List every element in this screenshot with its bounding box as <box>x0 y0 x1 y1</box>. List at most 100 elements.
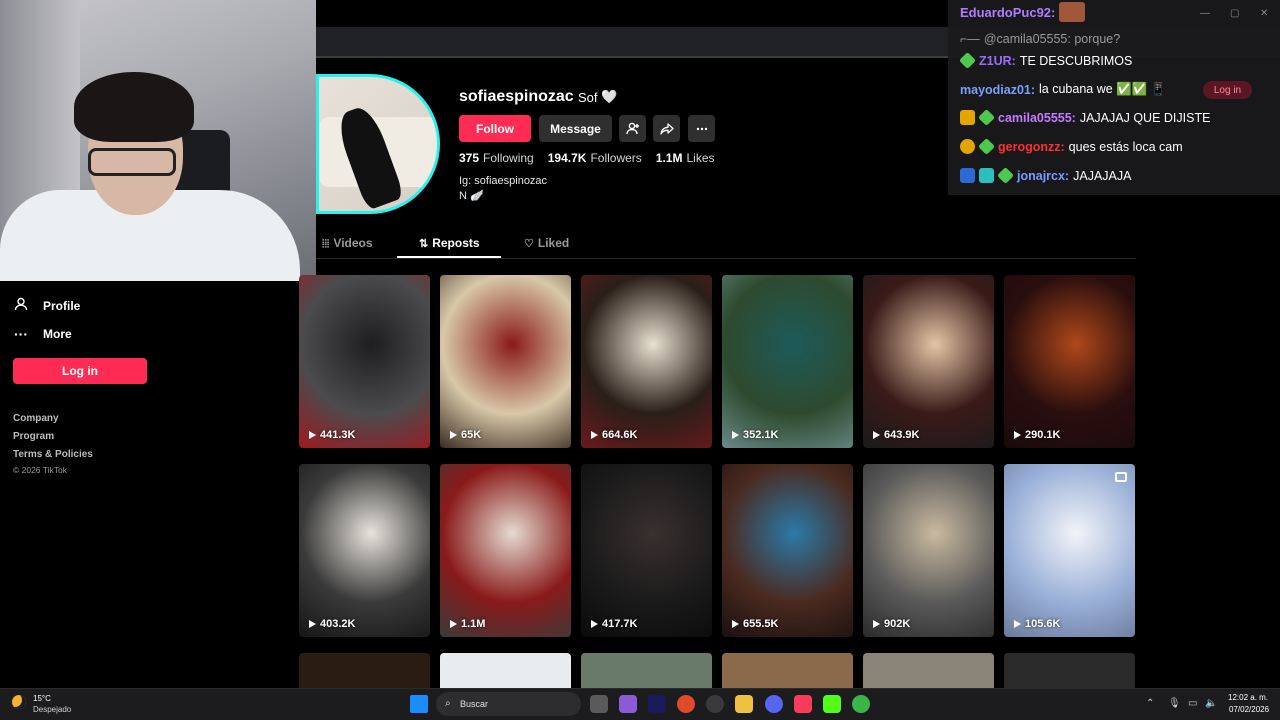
windows-start-icon[interactable] <box>410 695 428 713</box>
view-count: 655.5K <box>732 618 778 630</box>
sidebar-login-button[interactable]: Log in <box>13 358 147 384</box>
view-count-text: 403.2K <box>320 618 356 630</box>
play-icon <box>732 620 739 628</box>
view-count-text: 417.7K <box>602 618 638 630</box>
chat-text: TE DESCUBRIMOS <box>1019 53 1133 68</box>
video-thumbnail-partial[interactable] <box>299 653 430 688</box>
view-count: 403.2K <box>309 618 355 630</box>
chat-header-line: EduardoPuc92: <box>960 2 1086 22</box>
browser-top-strip <box>316 0 948 27</box>
view-count: 105.6K <box>1014 618 1060 630</box>
chrome-icon[interactable] <box>677 695 695 713</box>
profile-avatar[interactable] <box>316 74 440 214</box>
copyright: © 2026 TikTok <box>13 465 67 475</box>
chat-text: JAJAJAJ QUE DIJISTE <box>1079 110 1211 125</box>
taskbar-search-box[interactable]: ⌕ Buscar <box>436 692 581 716</box>
copilot-icon[interactable] <box>619 695 637 713</box>
chat-header-user: EduardoPuc92: <box>960 4 1056 20</box>
view-count-text: 105.6K <box>1025 618 1061 630</box>
profile-bio-line-2: N 🪽 <box>459 190 484 202</box>
premiere-icon[interactable] <box>648 695 666 713</box>
sidebar-item-profile[interactable]: Profile <box>13 297 80 314</box>
video-thumbnail[interactable]: 105.6K <box>1004 464 1135 637</box>
rank-badge-icon <box>960 139 975 154</box>
volume-icon[interactable]: 🔈 <box>1205 698 1217 709</box>
following-label: Following <box>483 151 534 165</box>
weather-description[interactable]: Despejado <box>33 705 71 714</box>
tab-liked[interactable]: ♡ Liked <box>524 236 569 250</box>
network-icon[interactable]: ▭ <box>1188 698 1197 709</box>
following-stat[interactable]: 375 Following <box>459 151 534 165</box>
windows-taskbar <box>0 688 1280 720</box>
person-icon <box>13 297 29 314</box>
heart-outline-icon: ♡ <box>524 238 534 250</box>
video-thumbnail[interactable]: 643.9K <box>863 275 994 448</box>
view-count: 65K <box>450 429 481 441</box>
more-options-button[interactable] <box>688 115 715 142</box>
file-explorer-icon[interactable] <box>735 695 753 713</box>
minimize-icon[interactable]: — <box>1200 8 1210 19</box>
followers-stat[interactable]: 194.7K Followers <box>548 151 642 165</box>
video-thumbnail[interactable]: 902K <box>863 464 994 637</box>
footer-link-company[interactable]: Company <box>13 413 59 424</box>
video-thumbnail[interactable]: 290.1K <box>1004 275 1135 448</box>
profile-stats: 375 Following 194.7K Followers 1.1M Likes <box>459 151 715 165</box>
chat-message: camila05555: JAJAJAJ QUE DIJISTE <box>960 109 1211 126</box>
video-thumbnail[interactable]: 65K <box>440 275 571 448</box>
video-thumbnail-partial[interactable] <box>440 653 571 688</box>
video-thumbnail[interactable]: 664.6K <box>581 275 712 448</box>
profile-bio-line-1: Ig: sofiaespinozac <box>459 175 548 187</box>
music-icon[interactable] <box>794 695 812 713</box>
video-thumbnail-partial[interactable] <box>1004 653 1135 688</box>
likes-stat: 1.1M Likes <box>656 151 715 165</box>
weather-temperature[interactable]: 15°C <box>33 694 51 703</box>
followers-count: 194.7K <box>547 151 587 165</box>
tab-videos[interactable]: ⦙⦙⦙ Videos <box>322 236 373 251</box>
video-thumbnail[interactable]: 655.5K <box>722 464 853 637</box>
chat-login-button[interactable]: Log in <box>1203 81 1252 99</box>
video-thumbnail[interactable]: 352.1K <box>722 275 853 448</box>
follow-button[interactable]: Follow <box>459 115 531 142</box>
video-thumbnail[interactable]: 403.2K <box>299 464 430 637</box>
view-count: 902K <box>873 618 910 630</box>
kick-icon[interactable] <box>823 695 841 713</box>
play-icon <box>591 431 598 439</box>
sidebar-item-more[interactable]: ··· More <box>13 326 72 342</box>
taskbar-clock-time[interactable]: 12:02 a. m. <box>1228 693 1268 702</box>
footer-link-terms[interactable]: Terms & Policies <box>13 449 93 460</box>
taskbar-clock-date[interactable]: 07/02/2026 <box>1229 705 1269 714</box>
video-thumbnail-partial[interactable] <box>722 653 853 688</box>
message-button[interactable]: Message <box>539 115 612 142</box>
microphone-icon[interactable]: 🎙 <box>1168 698 1181 709</box>
task-view-icon[interactable] <box>590 695 608 713</box>
chat-message: jonajrcx: JAJAJAJA <box>960 167 1131 184</box>
close-icon[interactable]: ✕ <box>1260 8 1268 19</box>
share-button[interactable] <box>653 115 680 142</box>
video-thumbnail-partial[interactable] <box>863 653 994 688</box>
profile-username: sofiaespinozac <box>459 88 574 105</box>
more-icon: ··· <box>14 326 28 342</box>
add-friend-button[interactable] <box>619 115 646 142</box>
view-count-text: 655.5K <box>743 618 779 630</box>
view-count-text: 902K <box>884 618 911 630</box>
tab-reposts[interactable]: ⇅ Reposts <box>419 236 480 250</box>
view-count: 352.1K <box>732 429 778 441</box>
video-thumbnail[interactable]: 441.3K <box>299 275 430 448</box>
chrome-profile-icon[interactable] <box>852 695 870 713</box>
restore-icon[interactable]: ▢ <box>1230 8 1239 19</box>
tray-chevron-icon[interactable]: ⌃ <box>1146 698 1154 709</box>
chat-username: mayodiaz01: <box>960 82 1036 97</box>
video-thumbnail[interactable]: 1.1M <box>440 464 571 637</box>
photo-post-icon <box>1115 472 1127 482</box>
footer-link-program[interactable]: Program <box>13 431 54 442</box>
play-icon <box>1014 431 1021 439</box>
play-icon <box>450 431 457 439</box>
discord-icon[interactable] <box>765 695 783 713</box>
tab-videos-label: Videos <box>333 236 373 250</box>
video-thumbnail-partial[interactable] <box>581 653 712 688</box>
chat-username: jonajrcx: <box>1017 168 1070 183</box>
video-thumbnail[interactable]: 417.7K <box>581 464 712 637</box>
obs-icon[interactable] <box>706 695 724 713</box>
chat-text: ques estás loca cam <box>1068 139 1183 154</box>
view-count-text: 65K <box>461 429 482 441</box>
